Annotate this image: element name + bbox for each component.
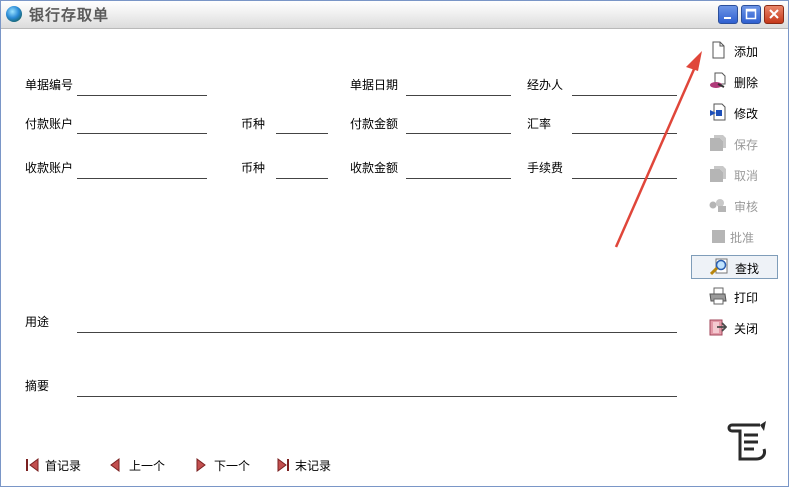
purpose-field[interactable] xyxy=(77,331,677,333)
next-record-button[interactable]: 下一个 xyxy=(194,456,264,474)
last-record-icon xyxy=(277,458,289,472)
save-button-label: 保存 xyxy=(734,138,759,152)
next-record-icon xyxy=(196,458,206,472)
printer-icon xyxy=(709,287,727,305)
new-document-icon xyxy=(712,41,725,59)
approve-button-label: 批准 xyxy=(730,231,755,245)
pay-account-field[interactable] xyxy=(77,132,207,134)
save-button[interactable]: 保存 xyxy=(691,132,778,156)
find-button-label: 查找 xyxy=(735,262,760,276)
close-window-button[interactable] xyxy=(764,5,784,24)
doc-date-label: 单据日期 xyxy=(350,78,399,92)
doc-no-label: 单据编号 xyxy=(25,78,74,92)
cancel-icon xyxy=(710,166,726,182)
cancel-button-label: 取消 xyxy=(734,169,759,183)
add-button[interactable]: 添加 xyxy=(691,39,778,63)
next-record-label: 下一个 xyxy=(214,459,251,473)
print-button-label: 打印 xyxy=(734,291,759,305)
fee-field[interactable] xyxy=(572,177,677,179)
title-bar[interactable]: 银行存取单 xyxy=(1,1,788,29)
edit-button-label: 修改 xyxy=(734,107,759,121)
minimize-button[interactable] xyxy=(718,5,738,24)
recv-amount-label: 收款金额 xyxy=(350,161,399,175)
annotation-arrow xyxy=(614,51,702,248)
recv-amount-field[interactable] xyxy=(406,177,511,179)
doc-date-field[interactable] xyxy=(406,94,511,96)
handler-label: 经办人 xyxy=(527,78,564,92)
pay-amount-field[interactable] xyxy=(406,132,511,134)
pay-currency-field[interactable] xyxy=(276,132,328,134)
edit-button[interactable]: 修改 xyxy=(691,101,778,125)
recv-currency-field[interactable] xyxy=(276,177,328,179)
add-button-label: 添加 xyxy=(734,45,759,59)
delete-button-label: 删除 xyxy=(734,76,759,90)
audit-icon xyxy=(709,199,726,212)
save-icon xyxy=(710,135,726,151)
purpose-label: 用途 xyxy=(25,315,50,329)
exit-door-icon xyxy=(709,319,727,336)
fee-label: 手续费 xyxy=(527,161,564,175)
approve-button[interactable]: 批准 xyxy=(691,225,778,249)
delete-button[interactable]: 删除 xyxy=(691,70,778,94)
audit-button-label: 审核 xyxy=(734,200,759,214)
rate-label: 汇率 xyxy=(527,117,552,131)
pay-currency-label: 币种 xyxy=(241,117,266,131)
rate-field[interactable] xyxy=(572,132,677,134)
magnifier-icon xyxy=(710,258,728,276)
handler-field[interactable] xyxy=(572,94,677,96)
close-button[interactable]: 关闭 xyxy=(691,316,778,340)
maximize-button[interactable] xyxy=(741,5,761,24)
summary-label: 摘要 xyxy=(25,379,50,393)
approve-icon xyxy=(712,230,725,243)
app-globe-icon xyxy=(6,6,22,22)
delete-document-icon xyxy=(710,72,726,88)
close-button-label: 关闭 xyxy=(734,322,759,336)
audit-button[interactable]: 审核 xyxy=(691,194,778,218)
edit-document-icon xyxy=(710,103,726,121)
last-record-label: 末记录 xyxy=(295,459,332,473)
recv-currency-label: 币种 xyxy=(241,161,266,175)
pay-account-label: 付款账户 xyxy=(25,117,74,131)
recv-account-label: 收款账户 xyxy=(25,161,74,175)
window-title: 银行存取单 xyxy=(29,6,110,24)
bank-slip-window: 银行存取单 单据编号 单据日期 经办人 付款账户 币种 付款金额 汇率 收款账户… xyxy=(0,0,789,487)
last-record-button[interactable]: 末记录 xyxy=(275,456,345,474)
scroll-logo-icon xyxy=(727,421,766,461)
doc-no-field[interactable] xyxy=(77,94,207,96)
first-record-button[interactable]: 首记录 xyxy=(25,456,95,474)
prev-record-button[interactable]: 上一个 xyxy=(109,456,179,474)
print-button[interactable]: 打印 xyxy=(691,285,778,309)
first-record-icon xyxy=(26,458,39,472)
pay-amount-label: 付款金额 xyxy=(350,117,399,131)
cancel-button[interactable]: 取消 xyxy=(691,163,778,187)
first-record-label: 首记录 xyxy=(45,459,82,473)
prev-record-label: 上一个 xyxy=(129,459,166,473)
recv-account-field[interactable] xyxy=(77,177,207,179)
prev-record-icon xyxy=(110,458,120,472)
summary-field[interactable] xyxy=(77,395,677,397)
find-button[interactable]: 查找 xyxy=(691,255,778,279)
